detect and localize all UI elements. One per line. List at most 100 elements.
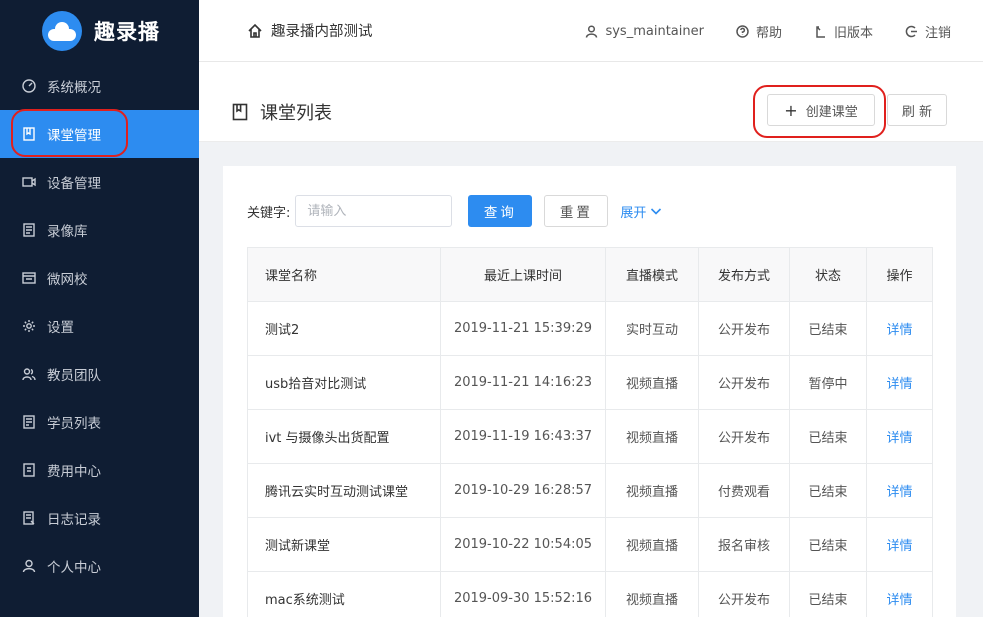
keyword-input[interactable] [295, 195, 453, 227]
status-cell: 已结束 [789, 571, 867, 617]
book-icon [22, 127, 36, 141]
status-cell: 暂停中 [789, 355, 867, 410]
sidebar-item-label: 微网校 [47, 272, 88, 288]
refresh-button[interactable]: 刷 新 [887, 94, 947, 126]
status-cell: 已结束 [789, 517, 867, 572]
sidebar-item-logs[interactable]: 日志记录 [0, 494, 199, 542]
live-mode-cell: 视频直播 [605, 409, 699, 464]
table-header-row: 课堂名称 最近上课时间 直播模式 发布方式 状态 操作 [247, 247, 933, 302]
publish-cell: 公开发布 [698, 409, 790, 464]
old-version-link[interactable]: 旧版本 [814, 22, 873, 41]
sidebar-item-label: 录像库 [47, 224, 88, 240]
publish-cell: 公开发布 [698, 301, 790, 356]
last-time-cell: 2019-10-29 16:28:57 [440, 463, 606, 518]
home-icon [248, 23, 262, 38]
create-class-button[interactable]: + 创建课堂 [767, 94, 875, 126]
log-icon [22, 511, 36, 525]
table-row: mac系统测试 2019-09-30 15:52:16 视频直播 公开发布 已结… [247, 571, 933, 617]
sidebar-item-devices[interactable]: 设备管理 [0, 158, 199, 206]
team-icon [22, 367, 36, 381]
last-time-cell: 2019-09-30 15:52:16 [440, 571, 606, 617]
sidebar-item-billing[interactable]: 费用中心 [0, 446, 199, 494]
logout-icon [905, 25, 917, 37]
app-name: 趣录播 [94, 20, 160, 44]
column-header-action: 操作 [866, 247, 933, 302]
gear-icon [22, 319, 36, 333]
sidebar: 趣录播 系统概况 课堂管理 设备管理 录像库 微网校 设置 教员团队 学员列表 … [0, 0, 199, 617]
status-cell: 已结束 [789, 301, 867, 356]
student-list-icon [22, 415, 36, 429]
action-cell: 详情 [866, 463, 933, 518]
class-name-cell: ivt 与摄像头出货配置 [247, 409, 441, 464]
header-title: 趣录播内部测试 [271, 24, 373, 40]
query-button[interactable]: 查询 [468, 195, 533, 227]
class-list-card: 关键字: 查询 重置 展开 课堂名称 最近上课时间 直播模式 发布方式 状态 操… [223, 166, 956, 617]
detail-link[interactable]: 详情 [886, 323, 912, 338]
class-name-cell: usb拾音对比测试 [247, 355, 441, 410]
live-mode-cell: 实时互动 [605, 301, 699, 356]
sidebar-item-label: 教员团队 [47, 368, 101, 384]
table-row: ivt 与摄像头出货配置 2019-11-19 16:43:37 视频直播 公开… [247, 409, 933, 464]
action-cell: 详情 [866, 301, 933, 356]
sidebar-item-label: 日志记录 [47, 512, 101, 528]
cloud-logo-icon [42, 11, 82, 51]
status-cell: 已结束 [789, 409, 867, 464]
sidebar-menu: 系统概况 课堂管理 设备管理 录像库 微网校 设置 教员团队 学员列表 费用中心… [0, 62, 199, 590]
last-time-cell: 2019-11-21 14:16:23 [440, 355, 606, 410]
detail-link[interactable]: 详情 [886, 539, 912, 554]
class-name-cell: 腾讯云实时互动测试课堂 [247, 463, 441, 518]
action-cell: 详情 [866, 517, 933, 572]
table-row: usb拾音对比测试 2019-11-21 14:16:23 视频直播 公开发布 … [247, 355, 933, 410]
page-title-text: 课堂列表 [260, 103, 332, 124]
publish-cell: 报名审核 [698, 517, 790, 572]
sidebar-item-label: 系统概况 [47, 80, 101, 96]
expand-toggle[interactable]: 展开 [620, 202, 662, 221]
detail-link[interactable]: 详情 [886, 593, 912, 608]
breadcrumb[interactable]: 趣录播内部测试 [247, 20, 373, 41]
class-table: 课堂名称 最近上课时间 直播模式 发布方式 状态 操作 测试2 2019-11-… [247, 247, 933, 617]
last-time-cell: 2019-11-19 16:43:37 [440, 409, 606, 464]
library-icon [22, 223, 36, 237]
user-icon [586, 24, 598, 38]
sidebar-item-settings[interactable]: 设置 [0, 302, 199, 350]
column-header-status[interactable]: 状态 [789, 247, 867, 302]
sidebar-item-students[interactable]: 学员列表 [0, 398, 199, 446]
user-icon [22, 559, 36, 573]
create-class-label: 创建课堂 [805, 104, 858, 120]
top-header: 趣录播内部测试 sys_maintainer 帮助 旧版本 注销 [199, 0, 983, 62]
help-icon [736, 24, 749, 38]
app-logo[interactable]: 趣录播 [0, 0, 199, 62]
detail-link[interactable]: 详情 [886, 377, 912, 392]
user-menu[interactable]: sys_maintainer [585, 24, 704, 39]
expand-label: 展开 [620, 205, 647, 221]
detail-link[interactable]: 详情 [886, 431, 912, 446]
sidebar-item-teachers[interactable]: 教员团队 [0, 350, 199, 398]
column-header-name[interactable]: 课堂名称 [247, 247, 441, 302]
action-cell: 详情 [866, 355, 933, 410]
sidebar-item-label: 个人中心 [47, 560, 101, 576]
detail-link[interactable]: 详情 [886, 485, 912, 500]
help-link[interactable]: 帮助 [736, 22, 782, 41]
page-title-bar: 课堂列表 + 创建课堂 刷 新 [199, 62, 983, 142]
reset-button[interactable]: 重置 [544, 195, 609, 227]
plus-icon: + [784, 100, 798, 120]
action-cell: 详情 [866, 571, 933, 617]
sidebar-item-label: 费用中心 [47, 464, 101, 480]
live-mode-cell: 视频直播 [605, 517, 699, 572]
sidebar-item-class-management[interactable]: 课堂管理 [0, 110, 199, 158]
logout-link[interactable]: 注销 [905, 22, 951, 41]
sidebar-item-label: 学员列表 [47, 416, 101, 432]
sidebar-item-overview[interactable]: 系统概况 [0, 62, 199, 110]
dashboard-icon [22, 79, 36, 93]
page-title: 课堂列表 [232, 99, 332, 125]
column-header-publish[interactable]: 发布方式 [698, 247, 790, 302]
billing-icon [22, 463, 36, 477]
live-mode-cell: 视频直播 [605, 463, 699, 518]
table-row: 测试2 2019-11-21 15:39:29 实时互动 公开发布 已结束 详情 [247, 301, 933, 356]
column-header-live-mode[interactable]: 直播模式 [605, 247, 699, 302]
sidebar-item-school[interactable]: 微网校 [0, 254, 199, 302]
column-header-last-time[interactable]: 最近上课时间 [440, 247, 606, 302]
sidebar-item-profile[interactable]: 个人中心 [0, 542, 199, 590]
old-version-label: 旧版本 [833, 25, 873, 41]
sidebar-item-library[interactable]: 录像库 [0, 206, 199, 254]
